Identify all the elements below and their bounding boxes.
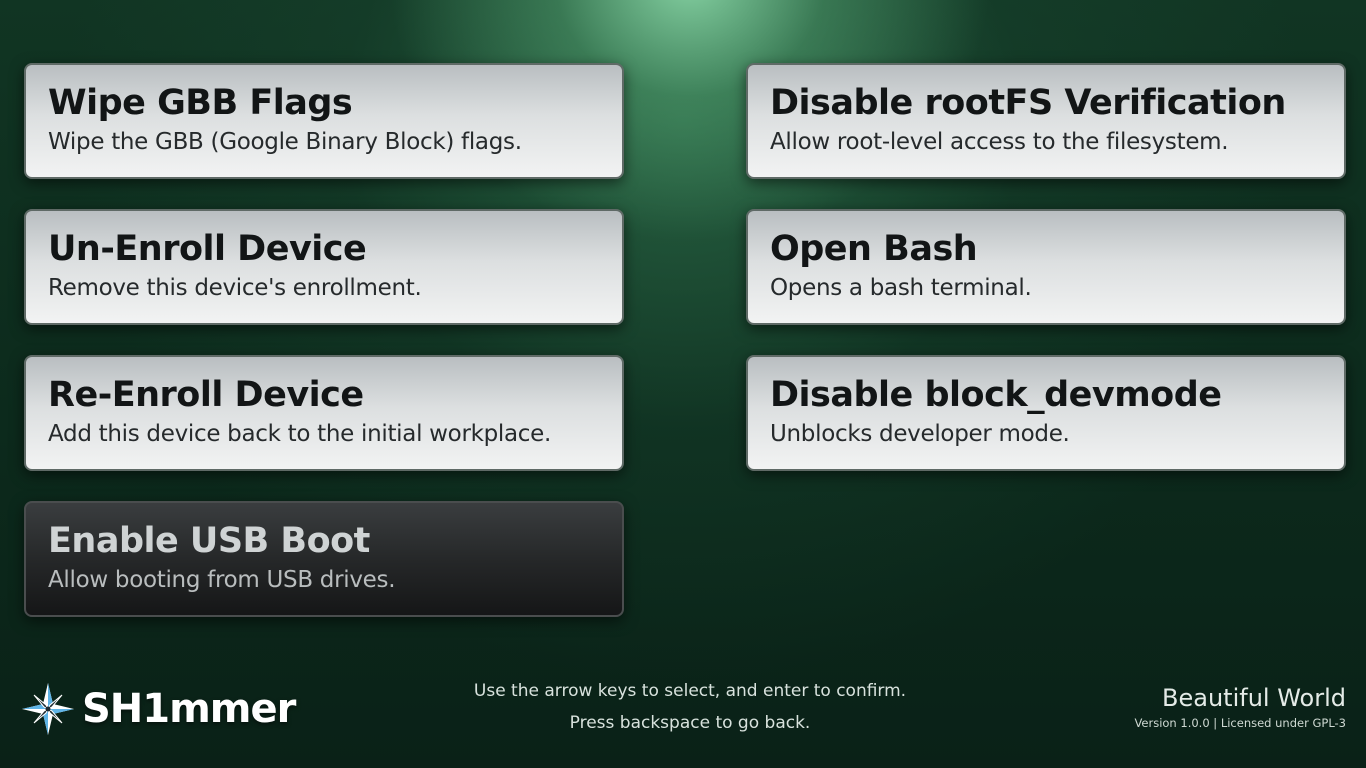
hint-backspace: Press backspace to go back.: [569, 713, 811, 733]
menu-item-description: Allow booting from USB drives.: [48, 567, 396, 593]
version-license: Version 1.0.0 | Licensed under GPL-3: [1134, 716, 1346, 730]
menu-item-title: Disable rootFS Verification: [770, 83, 1286, 123]
logo-text: SH1mmer: [82, 686, 296, 732]
menu-item-title: Wipe GBB Flags: [48, 83, 353, 123]
menu-item-description: Unblocks developer mode.: [770, 421, 1070, 447]
menu-item-title: Disable block_devmode: [770, 375, 1222, 415]
menu-item-open-bash[interactable]: Open Bash Opens a bash terminal.: [746, 209, 1346, 325]
menu-item-description: Opens a bash terminal.: [770, 275, 1032, 301]
menu-item-title: Enable USB Boot: [48, 521, 370, 561]
menu-item-title: Un-Enroll Device: [48, 229, 367, 269]
menu-item-un-enroll-device[interactable]: Un-Enroll Device Remove this device's en…: [24, 209, 624, 325]
menu-item-description: Remove this device's enrollment.: [48, 275, 422, 301]
menu-item-wipe-gbb-flags[interactable]: Wipe GBB Flags Wipe the GBB (Google Bina…: [24, 63, 624, 179]
compass-star-icon: [22, 683, 74, 735]
menu-item-enable-usb-boot[interactable]: Enable USB Boot Allow booting from USB d…: [24, 501, 624, 617]
menu-item-disable-rootfs-verification[interactable]: Disable rootFS Verification Allow root-l…: [746, 63, 1346, 179]
menu-item-title: Open Bash: [770, 229, 978, 269]
menu-item-re-enroll-device[interactable]: Re-Enroll Device Add this device back to…: [24, 355, 624, 471]
menu-item-description: Allow root-level access to the filesyste…: [770, 129, 1229, 155]
menu-item-title: Re-Enroll Device: [48, 375, 364, 415]
menu-item-disable-block-devmode[interactable]: Disable block_devmode Unblocks developer…: [746, 355, 1346, 471]
shimmer-main-menu: Wipe GBB Flags Wipe the GBB (Google Bina…: [0, 0, 1366, 768]
hint-arrow-keys: Use the arrow keys to select, and enter …: [473, 681, 907, 701]
menu-item-description: Wipe the GBB (Google Binary Block) flags…: [48, 129, 522, 155]
menu-item-description: Add this device back to the initial work…: [48, 421, 552, 447]
theme-name: Beautiful World: [1162, 684, 1346, 712]
sh1mmer-logo: SH1mmer: [20, 680, 296, 738]
